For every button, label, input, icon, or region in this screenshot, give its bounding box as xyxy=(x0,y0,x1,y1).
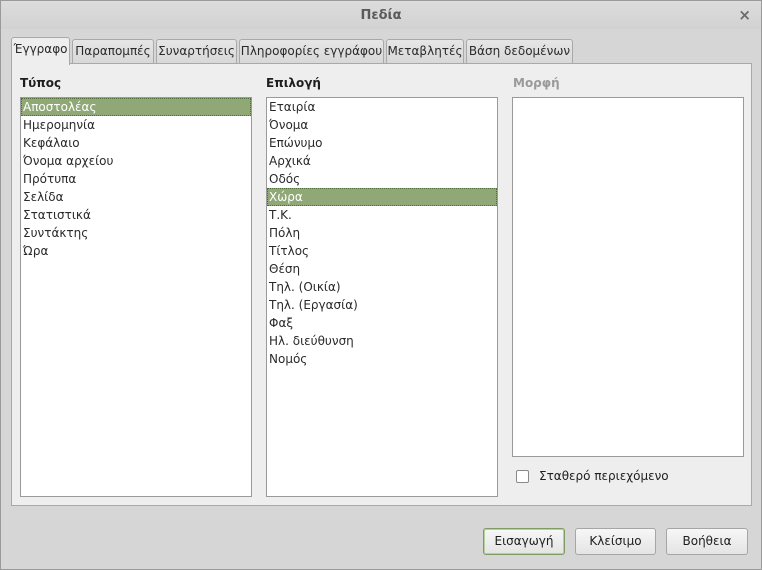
type-list[interactable]: Αποστολέας Ημερομηνία Κεφάλαιο Όνομα αρχ… xyxy=(20,97,252,497)
list-item[interactable]: Τηλ. (Εργασία) xyxy=(267,296,497,314)
list-item[interactable]: Θέση xyxy=(267,260,497,278)
list-item[interactable]: Όνομα xyxy=(267,116,497,134)
list-item[interactable]: Πρότυπα xyxy=(21,170,251,188)
list-item[interactable]: Φαξ xyxy=(267,314,497,332)
list-item[interactable]: Συντάκτης xyxy=(21,224,251,242)
tab-document[interactable]: Έγγραφο xyxy=(11,37,70,65)
fixed-content-checkbox[interactable] xyxy=(516,469,529,483)
list-item[interactable]: Επώνυμο xyxy=(267,134,497,152)
tab-panel-document: Τύπος Αποστολέας Ημερομηνία Κεφάλαιο Όνο… xyxy=(11,63,752,506)
list-item[interactable]: Ηλ. διεύθυνση xyxy=(267,332,497,350)
list-item[interactable]: Αποστολέας xyxy=(21,98,251,116)
list-item[interactable]: Κεφάλαιο xyxy=(21,134,251,152)
close-button[interactable]: Κλείσιμο xyxy=(575,528,656,555)
format-label: Μορφή xyxy=(513,76,560,90)
tab-document-info[interactable]: Πληροφορίες εγγράφου xyxy=(239,39,384,63)
insert-button[interactable]: Εισαγωγή xyxy=(483,528,565,555)
list-item[interactable]: Ημερομηνία xyxy=(21,116,251,134)
list-item[interactable]: Νομός xyxy=(267,350,497,368)
list-item[interactable]: Εταιρία xyxy=(267,98,497,116)
list-item[interactable]: Σελίδα xyxy=(21,188,251,206)
list-item[interactable]: Τίτλος xyxy=(267,242,497,260)
list-item[interactable]: Χώρα xyxy=(267,188,497,206)
dialog-title: Πεδία xyxy=(360,8,402,23)
fixed-content-label: Σταθερό περιεχόμενο xyxy=(539,469,669,483)
list-item[interactable]: Όνομα αρχείου xyxy=(21,152,251,170)
list-item[interactable]: Τηλ. (Οικία) xyxy=(267,278,497,296)
tab-functions[interactable]: Συναρτήσεις xyxy=(156,39,237,63)
title-bar[interactable]: Πεδία × xyxy=(1,1,761,29)
list-item[interactable]: Στατιστικά xyxy=(21,206,251,224)
close-icon[interactable]: × xyxy=(738,6,751,24)
fixed-content-row[interactable]: Σταθερό περιεχόμενο xyxy=(516,469,669,483)
select-label: Επιλογή xyxy=(266,76,321,90)
list-item[interactable]: Οδός xyxy=(267,170,497,188)
help-button[interactable]: Βοήθεια xyxy=(666,528,748,555)
tab-variables[interactable]: Μεταβλητές xyxy=(386,39,464,63)
fields-dialog: Πεδία × Έγγραφο Παραπομπές Συναρτήσεις Π… xyxy=(0,0,762,570)
list-item[interactable]: Αρχικά xyxy=(267,152,497,170)
list-item[interactable]: Πόλη xyxy=(267,224,497,242)
format-list[interactable] xyxy=(512,97,744,457)
tab-cross-references[interactable]: Παραπομπές xyxy=(72,39,154,63)
list-item[interactable]: Τ.Κ. xyxy=(267,206,497,224)
select-list[interactable]: Εταιρία Όνομα Επώνυμο Αρχικά Οδός Χώρα Τ… xyxy=(266,97,498,497)
tab-database[interactable]: Βάση δεδομένων xyxy=(466,39,573,63)
type-label: Τύπος xyxy=(20,76,62,90)
list-item[interactable]: Ώρα xyxy=(21,242,251,260)
